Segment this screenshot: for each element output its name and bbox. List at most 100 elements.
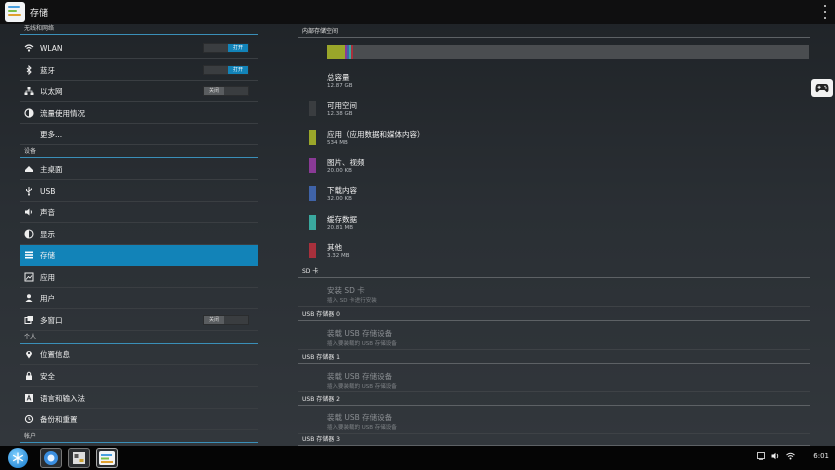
nav-item-data-usage[interactable]: 流量使用情况 — [20, 103, 258, 124]
ethernet-toggle[interactable]: 关闭 — [203, 86, 249, 96]
ethernet-icon — [24, 86, 34, 96]
usb-storage-0-header: USB 存储器 0 — [298, 309, 810, 321]
apps-icon — [24, 272, 34, 282]
storage-usage-bar — [327, 45, 809, 59]
nav-item-home[interactable]: 主桌面 — [20, 159, 258, 180]
file-manager-icon — [73, 452, 85, 464]
available-space-item[interactable]: 可用空间 12.38 GB — [298, 96, 810, 124]
downloads-item[interactable]: 下载内容 32.00 KB — [298, 181, 810, 209]
apps-data-item[interactable]: 应用（应用数据和媒体内容） 534 MB — [298, 125, 810, 153]
divider — [298, 349, 810, 350]
item-subtitle: 20.81 MB — [327, 225, 354, 231]
item-subtitle: 插入要装载的 USB 存储设备 — [327, 341, 397, 347]
usage-segment-other — [351, 45, 353, 59]
item-subtitle: 20.00 KB — [327, 168, 352, 174]
nav-item-backup[interactable]: 备份和重置 — [20, 409, 258, 430]
taskbar-app-settings[interactable] — [96, 448, 118, 468]
gamepad-button[interactable] — [811, 79, 833, 97]
bluetooth-toggle[interactable]: 打开 — [203, 65, 249, 75]
wifi-icon[interactable] — [786, 452, 796, 460]
nav-item-language[interactable]: 语言和输入法 — [20, 388, 258, 409]
nav-item-label: 语言和输入法 — [40, 393, 85, 403]
usb-icon — [24, 186, 34, 196]
nav-item-location[interactable]: 位置信息 — [20, 344, 258, 365]
nav-item-label: 应用 — [40, 272, 55, 282]
usb-storage-1-header: USB 存储器 1 — [298, 352, 810, 364]
window-title: 存储 — [30, 8, 49, 19]
misc-item[interactable]: 其他 3.32 MB — [298, 238, 810, 266]
section-header-wireless: 无线和网络 — [20, 24, 258, 35]
volume-icon — [24, 207, 34, 217]
clock[interactable]: 6:01 — [813, 452, 829, 460]
sd-card-header: SD 卡 — [298, 266, 810, 278]
lock-icon — [24, 371, 34, 381]
item-title: 装载 USB 存储设备 — [327, 372, 393, 381]
nav-item-apps[interactable]: 应用 — [20, 267, 258, 288]
item-subtitle: 3.32 MB — [327, 253, 350, 259]
internal-storage-header: 内部存储空间 — [298, 26, 810, 38]
mount-usb-0-item: 装载 USB 存储设备 插入要装载的 USB 存储设备 — [298, 324, 810, 352]
item-title: 缓存数据 — [327, 215, 357, 224]
nav-item-multiwindow[interactable]: 多窗口 关闭 — [20, 310, 258, 331]
overflow-menu-icon[interactable] — [823, 5, 827, 19]
cached-data-item[interactable]: 缓存数据 20.81 MB — [298, 210, 810, 238]
volume-icon[interactable] — [771, 452, 780, 460]
color-swatch — [309, 130, 316, 145]
total-capacity-item[interactable]: 总容量 12.87 GB — [298, 68, 810, 96]
nav-item-more[interactable]: 更多... — [20, 124, 258, 145]
item-title: 安装 SD 卡 — [327, 286, 365, 295]
nav-item-security[interactable]: 安全 — [20, 366, 258, 387]
backup-icon — [24, 414, 34, 424]
nav-item-label: WLAN — [40, 43, 63, 53]
item-subtitle: 插入要装载的 USB 存储设备 — [327, 425, 397, 431]
taskbar-app-browser[interactable] — [40, 448, 62, 468]
usb-storage-3-header: USB 存储器 3 — [298, 434, 810, 446]
nav-item-sound[interactable]: 声音 — [20, 202, 258, 223]
nav-item-label: USB — [40, 186, 56, 196]
nav-item-ethernet[interactable]: 以太网 关闭 — [20, 81, 258, 102]
nav-item-label: 主桌面 — [40, 164, 63, 174]
screen-icon[interactable] — [757, 452, 766, 460]
nav-item-label: 蓝牙 — [40, 65, 55, 75]
nav-item-label: 用户 — [40, 293, 55, 303]
taskbar-app-explorer[interactable] — [68, 448, 90, 468]
snowflake-icon — [12, 452, 24, 464]
pictures-videos-item[interactable]: 图片、视频 20.00 KB — [298, 153, 810, 181]
storage-detail-pane: 内部存储空间 总容量 12.87 GB 可用空间 12.38 GB 应用（应用数… — [298, 24, 810, 446]
section-header-device: 设备 — [20, 147, 258, 158]
multiwindow-toggle[interactable]: 关闭 — [203, 315, 249, 325]
gamepad-icon — [815, 84, 829, 93]
taskbar: 6:01 — [0, 446, 835, 470]
item-subtitle: 插入 SD 卡进行安装 — [327, 298, 377, 304]
toggle-label: 打开 — [228, 44, 248, 52]
user-icon — [24, 293, 34, 303]
nav-item-usb[interactable]: USB — [20, 181, 258, 202]
item-subtitle: 插入要装载的 USB 存储设备 — [327, 384, 397, 390]
language-icon — [24, 393, 34, 403]
color-swatch — [309, 243, 316, 258]
nav-item-display[interactable]: 显示 — [20, 224, 258, 245]
item-title: 可用空间 — [327, 101, 357, 110]
divider — [298, 391, 810, 392]
wlan-toggle[interactable]: 打开 — [203, 43, 249, 53]
usb-storage-2-header: USB 存储器 2 — [298, 394, 810, 406]
divider — [298, 306, 810, 307]
storage-icon — [24, 250, 34, 260]
nav-item-label: 位置信息 — [40, 349, 70, 359]
nav-item-users[interactable]: 用户 — [20, 288, 258, 309]
nav-item-label: 更多... — [40, 129, 63, 139]
location-icon — [24, 349, 34, 359]
nav-item-storage[interactable]: 存储 — [20, 245, 258, 266]
storage-app-icon — [5, 2, 25, 22]
mount-usb-2-item: 装载 USB 存储设备 插入要装载的 USB 存储设备 — [298, 408, 810, 436]
bluetooth-icon — [24, 65, 34, 75]
item-subtitle: 534 MB — [327, 140, 348, 146]
start-button[interactable] — [8, 448, 28, 468]
nav-item-bluetooth[interactable]: 蓝牙 打开 — [20, 60, 258, 81]
mount-sd-item: 安装 SD 卡 插入 SD 卡进行安装 — [298, 281, 810, 309]
toggle-label: 关闭 — [204, 316, 224, 324]
nav-item-wlan[interactable]: WLAN 打开 — [20, 38, 258, 59]
toggle-label: 关闭 — [204, 87, 224, 95]
item-title: 图片、视频 — [327, 158, 365, 167]
color-swatch — [309, 158, 316, 173]
